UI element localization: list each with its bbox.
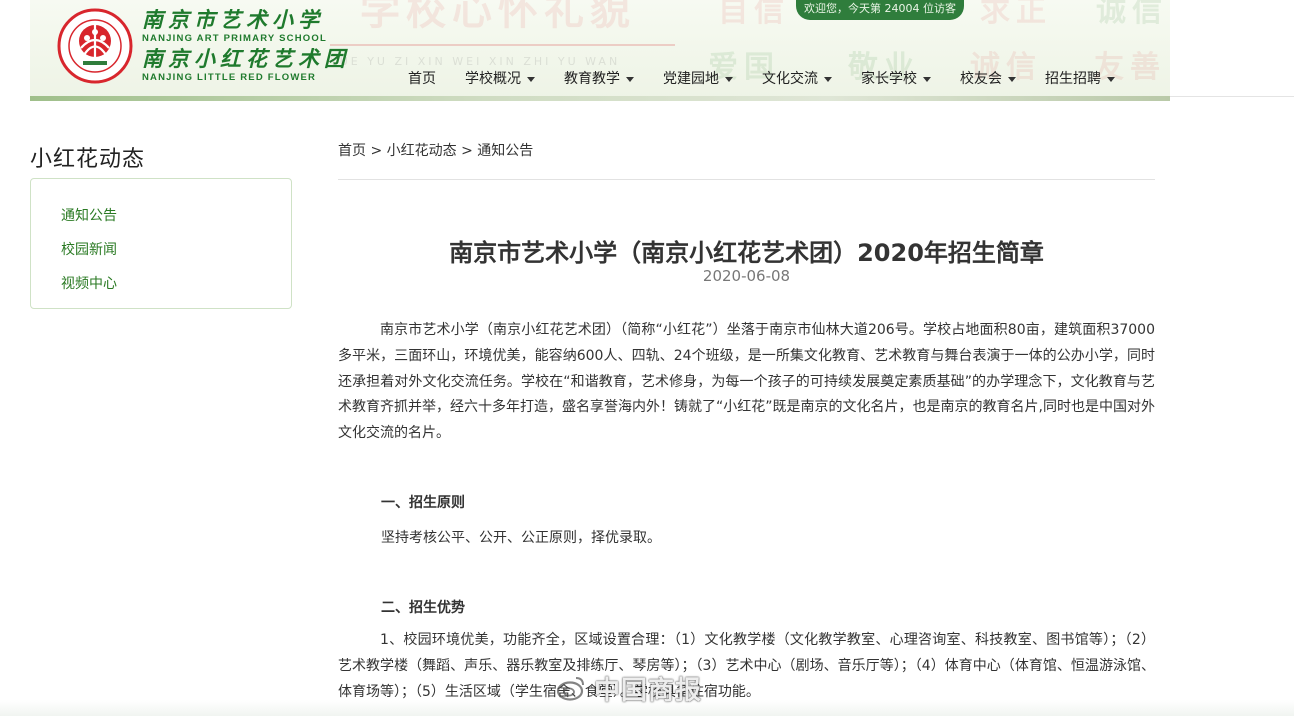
caret-down-icon bbox=[1107, 76, 1115, 82]
article-date: 2020-06-08 bbox=[702, 267, 791, 285]
breadcrumb-separator: > bbox=[370, 143, 383, 159]
caret-down-icon bbox=[824, 76, 832, 82]
breadcrumb-home[interactable]: 首页 bbox=[338, 143, 366, 159]
header-bottom-line bbox=[30, 96, 1170, 101]
bg-pinyin: YUE YU ZI XIN WEI XIN ZHI YU WAN bbox=[330, 55, 621, 68]
section-1-body: 坚持考核公平、公开、公正原则，择优录取。 bbox=[381, 530, 661, 546]
sidebar-item-video-center[interactable]: 视频中心 bbox=[61, 267, 291, 301]
caret-down-icon bbox=[1008, 76, 1016, 82]
section-2-heading: 二、招生优势 bbox=[381, 600, 465, 616]
nav-item-label: 校友会 bbox=[960, 71, 1002, 87]
breadcrumb-separator: > bbox=[461, 143, 473, 159]
breadcrumb: 首页 > 小红花动态 > 通知公告 bbox=[338, 140, 533, 160]
caret-down-icon bbox=[527, 76, 535, 82]
nav-item-label: 教育教学 bbox=[564, 71, 620, 87]
article-title: 南京市艺术小学（南京小红花艺术团）2020年招生简章 bbox=[449, 239, 1044, 267]
nav-item-label: 文化交流 bbox=[762, 71, 818, 87]
nav-item-home[interactable]: 首页 bbox=[408, 68, 436, 90]
nav-item-education[interactable]: 教育教学 bbox=[564, 68, 634, 90]
weibo-icon bbox=[556, 677, 584, 701]
breadcrumb-current: 通知公告 bbox=[477, 143, 534, 159]
bottom-fade bbox=[0, 700, 1294, 716]
school-name-en-troupe: NANJING LITTLE RED FLOWER bbox=[142, 72, 317, 83]
bg-slogan-top-1: 学校心怀礼貌 bbox=[360, 0, 636, 34]
header-right-strip bbox=[1170, 0, 1294, 97]
sidebar-item-campus-news[interactable]: 校园新闻 bbox=[61, 233, 291, 267]
nav-item-label: 招生招聘 bbox=[1045, 71, 1101, 87]
nav-item-party-building[interactable]: 党建园地 bbox=[663, 68, 733, 90]
nav-item-label: 党建园地 bbox=[663, 71, 719, 87]
sidebar-title: 小红花动态 bbox=[30, 147, 146, 172]
nav-item-school-overview[interactable]: 学校概况 bbox=[465, 68, 535, 90]
breadcrumb-section[interactable]: 小红花动态 bbox=[387, 143, 457, 159]
school-name-en-primary: NANJING ART PRIMARY SCHOOL bbox=[142, 33, 327, 44]
bg-slogan-top-3: 求正 bbox=[980, 0, 1052, 29]
bg-decor-line bbox=[330, 44, 675, 46]
caret-down-icon bbox=[626, 76, 634, 82]
caret-down-icon bbox=[923, 76, 931, 82]
nav-item-alumni[interactable]: 校友会 bbox=[960, 68, 1016, 90]
sidebar-item-notices[interactable]: 通知公告 bbox=[61, 199, 291, 233]
article-intro: 南京市艺术小学（南京小红花艺术团）（简称“小红花”）坐落于南京市仙林大道206号… bbox=[338, 322, 1155, 442]
nav-item-admissions[interactable]: 招生招聘 bbox=[1045, 68, 1115, 90]
nav-item-label: 家长学校 bbox=[861, 71, 917, 87]
sidebar-menu: 通知公告 校园新闻 视频中心 bbox=[30, 178, 292, 309]
breadcrumb-divider bbox=[338, 179, 1155, 180]
school-name-cn-troupe: 南京小红花艺术团 bbox=[142, 46, 350, 71]
nav-item-label: 学校概况 bbox=[465, 71, 521, 87]
main-nav: 首页 学校概况 教育教学 党建园地 文化交流 家长学校 校友会 招生招聘 bbox=[408, 68, 1144, 90]
school-name-cn-primary: 南京市艺术小学 bbox=[142, 7, 324, 32]
bg-slogan-top-4: 诚信 bbox=[1096, 0, 1168, 29]
nav-item-cultural-exchange[interactable]: 文化交流 bbox=[762, 68, 832, 90]
visitor-counter-badge: 欢迎您，今天第 24004 位访客 bbox=[796, 0, 964, 20]
school-logo-icon[interactable] bbox=[57, 8, 133, 84]
section-2-body: 1、校园环境优美，功能齐全，区域设置合理：（1）文化教学楼（文化教学教室、心理咨… bbox=[338, 632, 1155, 700]
nav-item-parent-school[interactable]: 家长学校 bbox=[861, 68, 931, 90]
nav-item-label: 首页 bbox=[408, 71, 436, 87]
section-1-heading: 一、招生原则 bbox=[381, 495, 465, 511]
school-names: 南京市艺术小学 NANJING ART PRIMARY SCHOOL 南京小红花… bbox=[142, 8, 350, 84]
bg-slogan-top-2: 自信 bbox=[718, 0, 790, 29]
caret-down-icon bbox=[725, 76, 733, 82]
